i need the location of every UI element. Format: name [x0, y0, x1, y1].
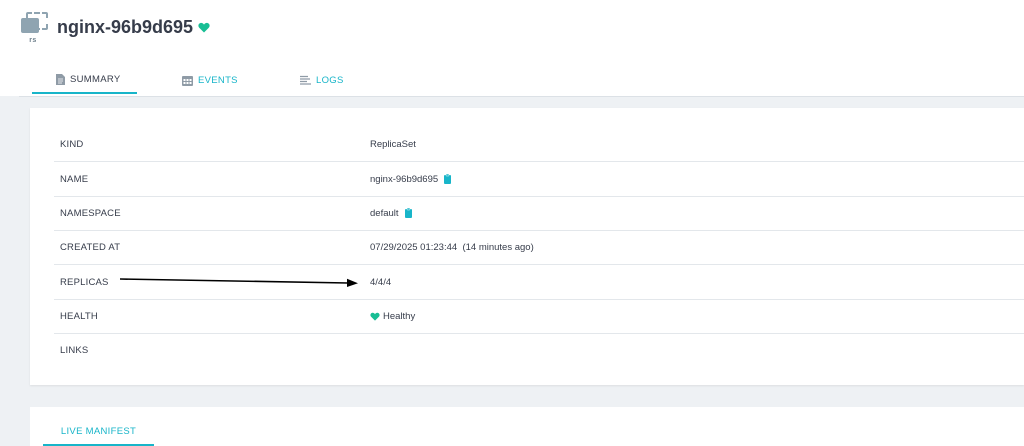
manifest-card: LIVE MANIFEST: [30, 407, 1024, 446]
clipboard-icon[interactable]: [404, 208, 412, 218]
file-icon: [56, 73, 65, 85]
summary-row-namespace: NAMESPACE default: [54, 196, 1024, 231]
row-value: nginx-96b9d695: [370, 173, 452, 185]
row-value: ReplicaSet: [370, 139, 416, 150]
row-key: LINKS: [60, 344, 89, 356]
tab-summary-label: SUMMARY: [70, 73, 121, 85]
heart-icon: [198, 22, 210, 33]
row-value: Healthy: [370, 311, 415, 322]
calendar-icon: [182, 75, 193, 86]
summary-row-name: NAME nginx-96b9d695: [54, 162, 1024, 197]
tab-logs-label: LOGS: [316, 74, 344, 86]
tab-logs[interactable]: LOGS: [300, 66, 344, 94]
row-key: REPLICAS: [60, 276, 109, 288]
row-value: 07/29/2025 01:23:44 (14 minutes ago): [370, 242, 534, 253]
lines-icon: [300, 75, 311, 85]
annotation-arrow: [120, 278, 358, 287]
row-key: CREATED AT: [60, 241, 121, 253]
summary-row-health: HEALTH Healthy: [54, 299, 1024, 334]
row-value-text: Healthy: [383, 310, 416, 322]
summary-row-kind: KIND ReplicaSet: [54, 127, 1024, 162]
heart-icon: [370, 312, 380, 321]
row-value: default: [370, 208, 412, 219]
row-value-text: default: [370, 207, 399, 219]
row-value-text: 4/4/4: [370, 276, 392, 288]
row-value-text: nginx-96b9d695: [370, 173, 439, 185]
row-value-text: ReplicaSet: [370, 138, 416, 150]
tab-live-manifest[interactable]: LIVE MANIFEST: [43, 426, 154, 446]
row-key: NAME: [60, 173, 89, 185]
row-key: KIND: [60, 138, 84, 150]
tab-summary[interactable]: SUMMARY: [32, 66, 137, 94]
tab-events-label: EVENTS: [198, 74, 238, 86]
tab-events[interactable]: EVENTS: [182, 66, 238, 94]
resource-name: nginx-96b9d695: [57, 17, 194, 37]
replicaset-icon-label: rs: [29, 37, 37, 44]
clipboard-icon[interactable]: [444, 174, 452, 184]
row-key: HEALTH: [60, 310, 98, 322]
summary-row-created-at: CREATED AT 07/29/2025 01:23:44 (14 minut…: [54, 230, 1024, 265]
page-title: nginx-96b9d695: [57, 17, 210, 38]
replicaset-icon: rs: [18, 12, 48, 46]
row-value: 4/4/4: [370, 277, 391, 288]
row-key: NAMESPACE: [60, 207, 121, 219]
header-divider: [19, 96, 1024, 97]
summary-row-links: LINKS: [54, 333, 1024, 367]
row-value-text: 07/29/2025 01:23:44 (14 minutes ago): [370, 241, 534, 253]
summary-card: KIND ReplicaSet NAME nginx-96b9d695 NAME…: [30, 108, 1024, 385]
resource-header: rs nginx-96b9d695 SUMMARY EVENTS LOGS: [0, 0, 1024, 96]
